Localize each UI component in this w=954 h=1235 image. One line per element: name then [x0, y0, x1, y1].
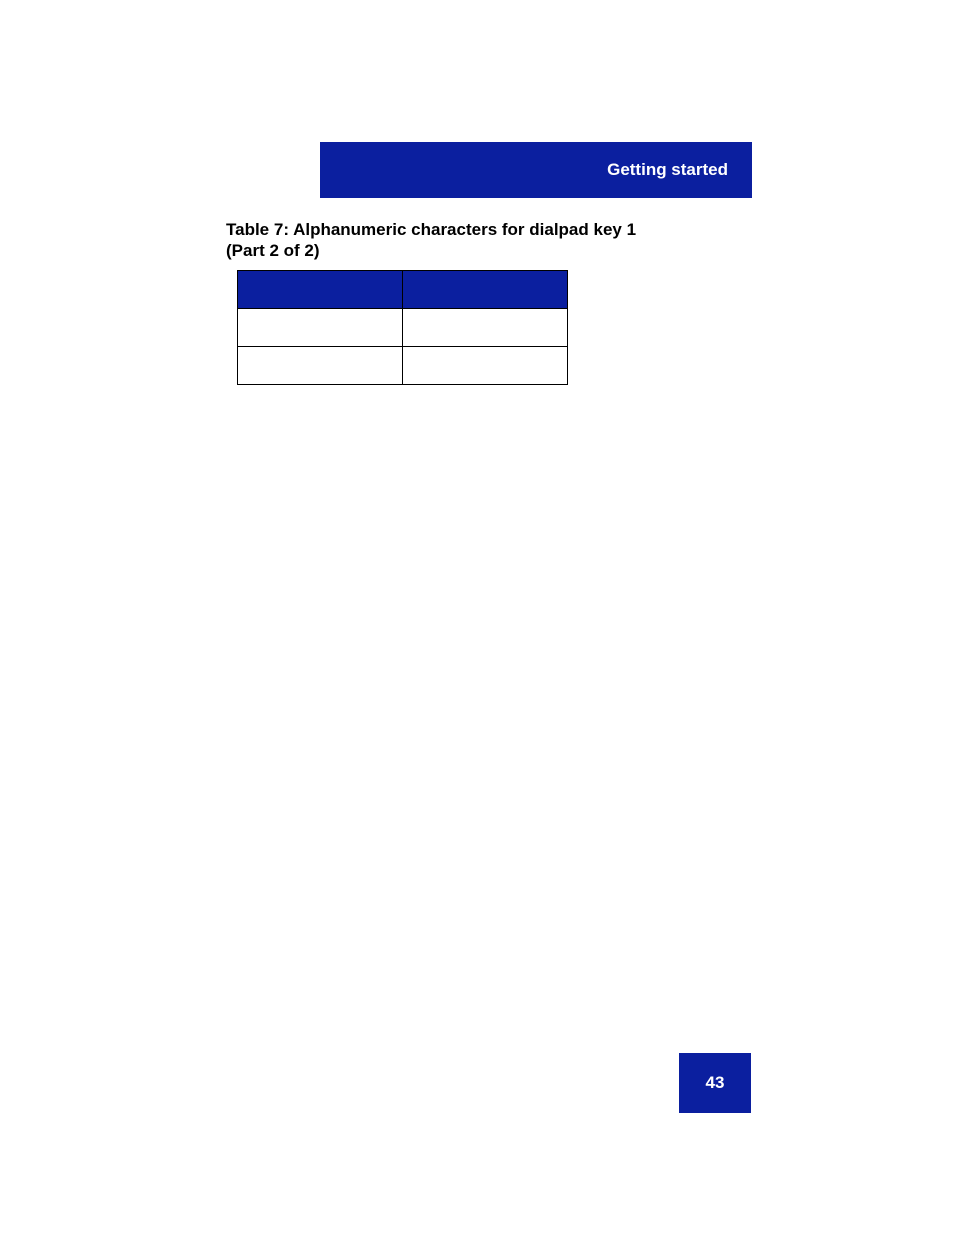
caption-line-1: Table 7: Alphanumeric characters for dia… — [226, 220, 636, 239]
table-row — [238, 309, 568, 347]
page-number-box: 43 — [679, 1053, 751, 1113]
table-header-row — [238, 271, 568, 309]
table-cell — [238, 309, 403, 347]
table-header-cell — [403, 271, 568, 309]
table-cell — [238, 347, 403, 385]
table-header-cell — [238, 271, 403, 309]
table-cell — [403, 347, 568, 385]
table-cell — [403, 309, 568, 347]
table-row — [238, 347, 568, 385]
alphanumeric-table — [237, 270, 568, 385]
table-caption: Table 7: Alphanumeric characters for dia… — [226, 219, 636, 262]
section-title: Getting started — [607, 160, 728, 180]
header-bar: Getting started — [320, 142, 752, 198]
page-number: 43 — [706, 1073, 725, 1093]
caption-line-2: (Part 2 of 2) — [226, 241, 320, 260]
